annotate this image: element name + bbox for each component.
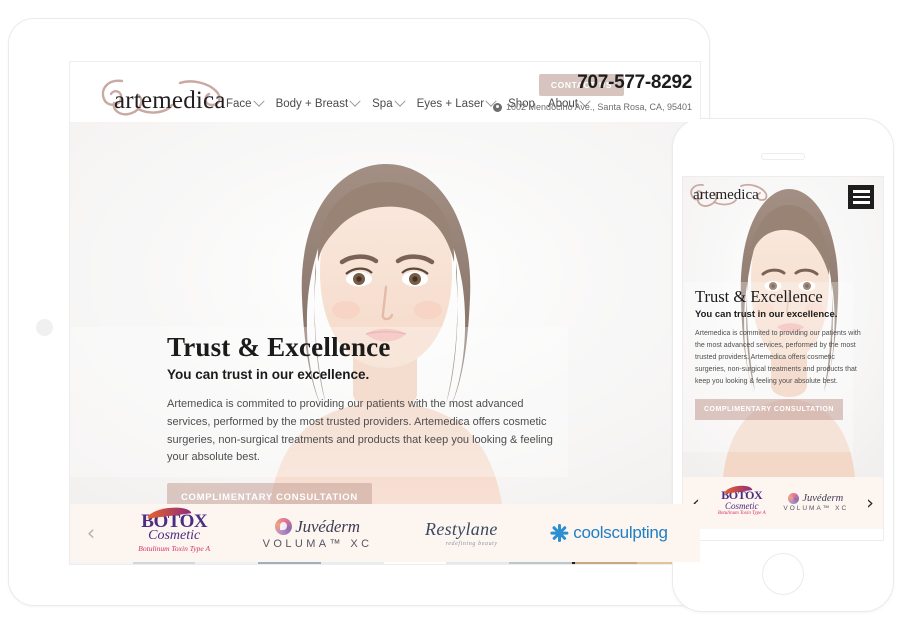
hero-headline: Trust & Excellence: [167, 332, 391, 362]
hero-body-text: Artemedica is commited to providing our …: [167, 398, 553, 464]
next-section-preview: [70, 562, 700, 564]
nav-label: Body + Breast: [275, 98, 349, 110]
botox-wordmark: BOTOX: [141, 505, 208, 531]
mobile-brand-logo-botox[interactable]: BOTOX Cosmetic Botulinum Toxin Type A: [717, 484, 766, 516]
mobile-botox-line2: Cosmetic: [725, 500, 759, 511]
mobile-header: artemedica: [683, 177, 883, 219]
brand-logo-coolsculpting[interactable]: coolsculpting: [550, 523, 668, 543]
location-pin-icon: [493, 102, 503, 112]
nav-label: Spa: [372, 98, 393, 110]
chevron-down-icon: [252, 95, 265, 107]
site-header: artemedica Face Body + Breast Spa Eyes +…: [70, 62, 700, 122]
mobile-brand-carousel: ‹ BOTOX Cosmetic Botulinum Toxin Type A: [683, 477, 883, 529]
snowflake-icon: [550, 524, 569, 542]
juvederm-wordmark: Juvéderm: [275, 516, 360, 537]
chevron-left-icon[interactable]: ‹: [70, 521, 112, 545]
nav-label: Face: [226, 98, 252, 110]
restylane-tagline: redefining beauty: [445, 541, 498, 547]
mobile-juvederm-line1: Juvéderm: [802, 493, 844, 505]
hero-copy: Trust & Excellence You can trust in our …: [167, 332, 557, 504]
mobile-botox-wordmark: BOTOX: [721, 484, 763, 501]
mobile-hero-section: artemedica Trust & Excellence You can tr…: [683, 177, 883, 477]
phone-device-frame: artemedica Trust & Excellence You can tr…: [672, 118, 894, 612]
mobile-logo-wordmark[interactable]: artemedica: [693, 187, 759, 204]
mobile-juvederm-line2: VOLUMA™ XC: [783, 505, 849, 513]
nav-item-eyes-laser[interactable]: Eyes + Laser: [416, 95, 497, 110]
brand-logo-restylane[interactable]: Restylane redefining beauty: [425, 519, 498, 547]
nav-item-body-breast[interactable]: Body + Breast: [275, 95, 361, 110]
juvederm-line1: Juvéderm: [295, 516, 360, 536]
brand-carousel: ‹ BOTOX Cosmetic Botulinum Toxin Type A: [70, 504, 700, 562]
mobile-brand-logo-list: BOTOX Cosmetic Botulinum Toxin Type A Ju…: [709, 484, 857, 516]
mobile-brand-logo-juvederm[interactable]: Juvéderm VOLUMA™ XC: [783, 493, 848, 512]
coolsculpting-wordmark: coolsculpting: [550, 523, 668, 543]
address-text: 1002 Mendocino Ave., Santa Rosa, CA, 954…: [506, 102, 692, 112]
botox-line3: Botulinum Toxin Type A: [138, 544, 211, 554]
address-line: 1002 Mendocino Ave., Santa Rosa, CA, 954…: [493, 102, 692, 112]
tablet-home-button[interactable]: [36, 319, 53, 336]
logo-wordmark: artemedica: [114, 87, 226, 114]
nav-label: Eyes + Laser: [416, 98, 485, 110]
hero-section: Trust & Excellence You can trust in our …: [70, 122, 700, 504]
brand-logo-juvederm[interactable]: Juvéderm VOLUMA™ XC: [263, 517, 373, 550]
brand-logo-list: BOTOX Cosmetic Botulinum Toxin Type A Ju…: [112, 504, 700, 562]
restylane-wordmark: Restylane: [425, 519, 498, 539]
phone-number[interactable]: 707-577-8292: [577, 72, 692, 94]
mobile-hero-body-text: Artemedica is commited to providing our …: [695, 330, 861, 386]
mobile-botox-line3: Botulinum Toxin Type A: [717, 510, 766, 516]
nav-item-face[interactable]: Face: [226, 95, 265, 110]
responsive-mockup-stage: artemedica Face Body + Breast Spa Eyes +…: [0, 0, 920, 623]
mobile-chevron-right-icon[interactable]: ›: [857, 492, 883, 514]
tablet-device-frame: artemedica Face Body + Breast Spa Eyes +…: [8, 18, 710, 606]
mobile-hero-headline: Trust & Excellence: [695, 287, 823, 306]
site-logo[interactable]: artemedica: [92, 71, 237, 119]
tablet-screen: artemedica Face Body + Breast Spa Eyes +…: [69, 61, 701, 565]
phone-home-button[interactable]: [762, 553, 804, 595]
chevron-down-icon: [393, 95, 406, 107]
mobile-juvederm-wordmark: Juvéderm: [788, 493, 844, 505]
chevron-down-icon: [349, 95, 361, 107]
juvederm-line2: VOLUMA™ XC: [262, 537, 373, 550]
mobile-hero-copy: Trust & Excellence You can trust in our …: [695, 287, 861, 421]
nav-item-spa[interactable]: Spa: [372, 95, 406, 110]
juvederm-mark-icon: [788, 493, 800, 505]
phone-earpiece-speaker: [761, 153, 805, 160]
juvederm-mark-icon: [275, 518, 293, 535]
complimentary-consultation-button[interactable]: COMPLIMENTARY CONSULTATION: [167, 483, 372, 504]
phone-screen: artemedica Trust & Excellence You can tr…: [682, 176, 884, 541]
mobile-complimentary-consultation-button[interactable]: COMPLIMENTARY CONSULTATION: [695, 399, 843, 421]
mobile-hero-subheadline: You can trust in our excellence.: [695, 309, 838, 320]
brand-logo-botox[interactable]: BOTOX Cosmetic Botulinum Toxin Type A: [138, 505, 211, 554]
coolsculpting-line1: coolsculpting: [573, 523, 668, 542]
hero-subheadline: You can trust in our excellence.: [167, 367, 370, 382]
hamburger-menu-icon[interactable]: [848, 185, 874, 209]
